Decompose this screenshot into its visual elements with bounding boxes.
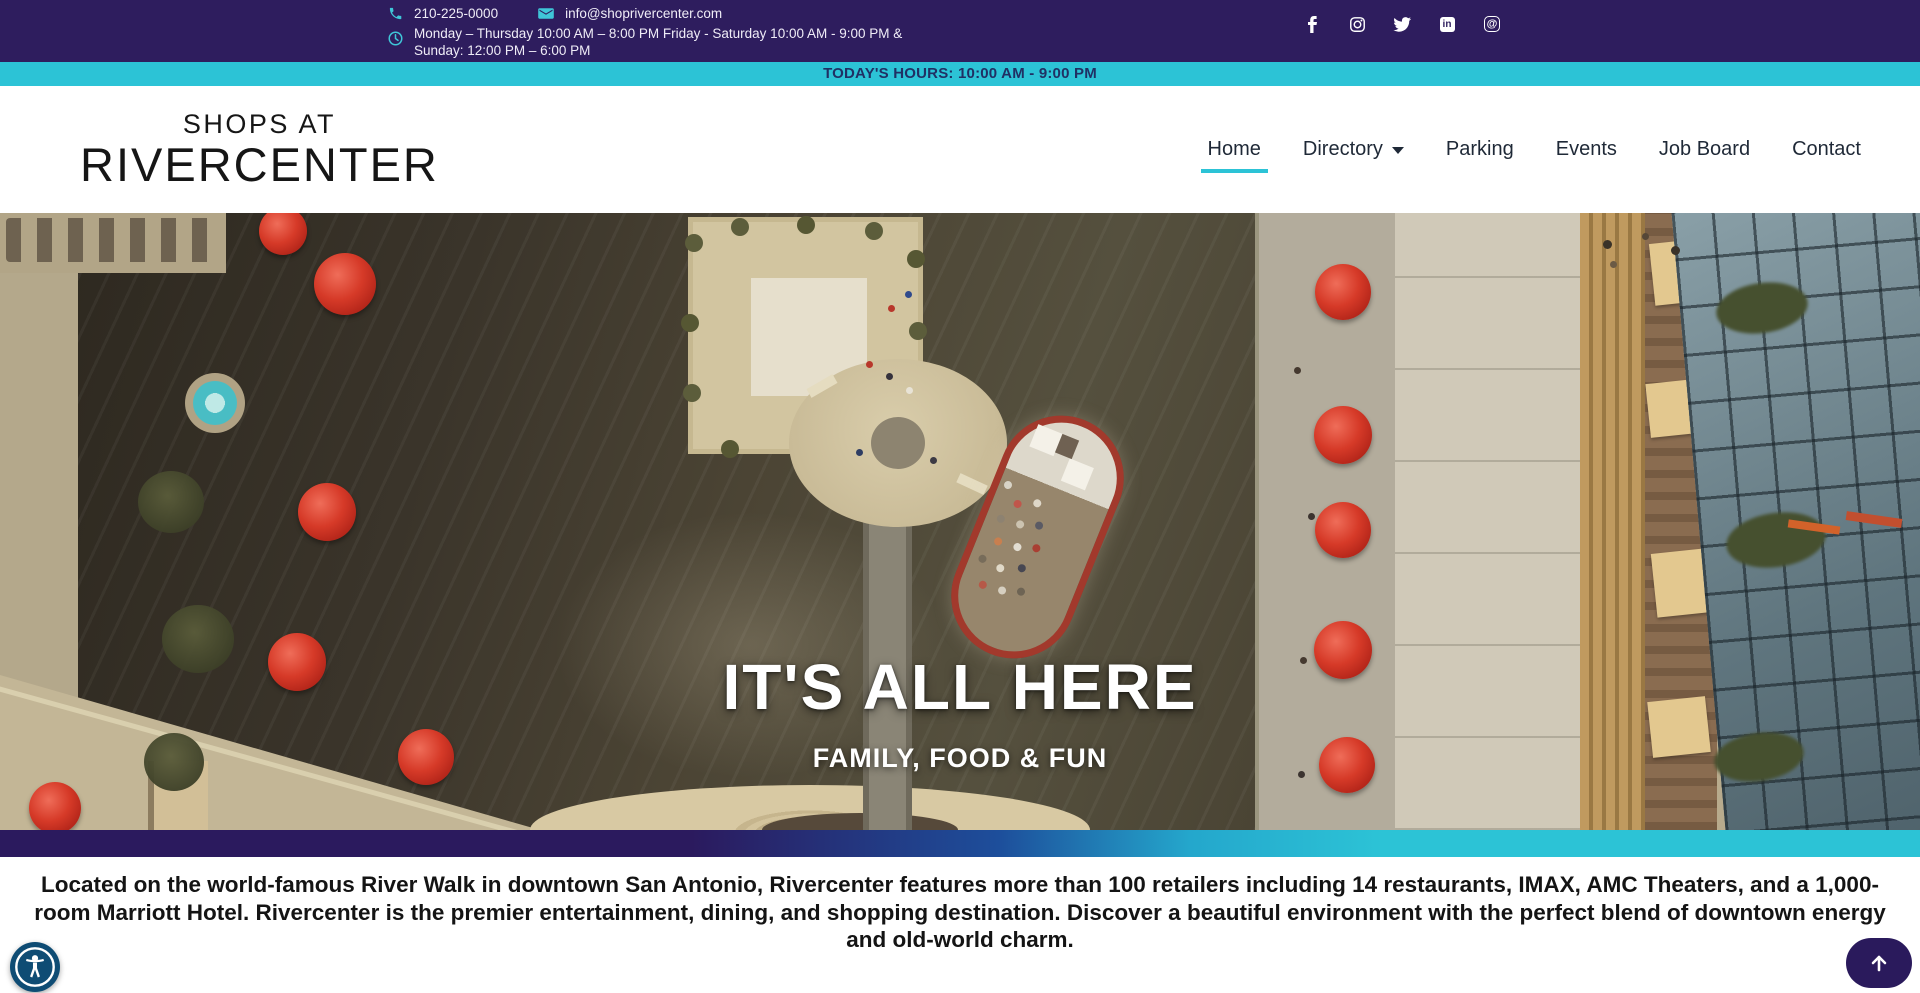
twitter-icon[interactable]	[1393, 15, 1411, 33]
email-icon	[538, 7, 554, 20]
phone-icon	[388, 6, 403, 21]
intro-paragraph: Located on the world-famous River Walk i…	[20, 871, 1900, 954]
facebook-glyph	[1307, 16, 1317, 33]
weekly-hours-text: Monday – Thursday 10:00 AM – 8:00 PM Fri…	[414, 26, 948, 59]
email-link[interactable]: info@shoprivercenter.com	[538, 6, 722, 21]
hero-title: IT'S ALL HERE	[0, 650, 1920, 724]
platform-center	[871, 417, 925, 469]
right-pavement-tables	[1298, 301, 1305, 308]
scroll-to-top-button[interactable]	[1846, 938, 1912, 988]
barge-canopy	[1061, 458, 1094, 490]
contact-row: 210-225-0000 info@shoprivercenter.com	[388, 3, 948, 23]
clock-icon	[388, 31, 403, 46]
fountain	[193, 381, 237, 425]
stone-walkway	[1395, 213, 1580, 830]
linkedin-glyph: in	[1440, 17, 1455, 32]
nav-contact[interactable]: Contact	[1775, 130, 1878, 169]
topbar: 210-225-0000 info@shoprivercenter.com Mo…	[0, 0, 1920, 62]
social-links: in @	[1303, 15, 1501, 33]
nav-directory[interactable]: Directory	[1286, 130, 1421, 169]
hero-video: IT'S ALL HERE FAMILY, FOOD & FUN	[0, 213, 1920, 830]
gradient-divider	[0, 830, 1920, 857]
tree	[138, 471, 204, 533]
top-right-tables	[1570, 231, 1577, 238]
plaza-planters	[685, 234, 703, 252]
nav-home[interactable]: Home	[1191, 130, 1278, 169]
red-umbrella	[1314, 406, 1372, 464]
facebook-icon[interactable]	[1303, 15, 1321, 33]
site-logo[interactable]: SHOPS AT RIVERCENTER	[80, 111, 439, 188]
twitter-glyph	[1393, 17, 1411, 32]
red-umbrella	[298, 483, 356, 541]
phone-link[interactable]: 210-225-0000	[388, 6, 498, 21]
red-umbrella	[314, 253, 376, 315]
email-address: info@shoprivercenter.com	[565, 6, 722, 21]
nav-parking[interactable]: Parking	[1429, 130, 1531, 169]
instagram-glyph	[1349, 16, 1366, 33]
terrace-loungers	[6, 218, 212, 262]
todays-hours-text: TODAY'S HOURS: 10:00 AM - 9:00 PM	[823, 65, 1097, 82]
nav-events[interactable]: Events	[1539, 130, 1634, 169]
red-umbrella	[1315, 502, 1371, 558]
round-platform	[789, 359, 1007, 527]
linkedin-icon[interactable]: in	[1438, 15, 1456, 33]
threads-glyph: @	[1484, 16, 1500, 32]
intro-section: Located on the world-famous River Walk i…	[0, 857, 1920, 954]
topbar-contact-block: 210-225-0000 info@shoprivercenter.com Mo…	[388, 3, 948, 59]
platform-bench	[956, 473, 987, 495]
hours-row: Monday – Thursday 10:00 AM – 8:00 PM Fri…	[388, 26, 948, 59]
nav-job-board[interactable]: Job Board	[1642, 130, 1767, 169]
chevron-down-icon	[1392, 147, 1404, 154]
accessibility-widget-button[interactable]	[10, 942, 60, 992]
todays-hours-banner: TODAY'S HOURS: 10:00 AM - 9:00 PM	[0, 62, 1920, 86]
pedestrians	[858, 353, 865, 360]
red-umbrella	[1315, 264, 1371, 320]
hero-subtitle: FAMILY, FOOD & FUN	[0, 743, 1920, 774]
logo-line-2: RIVERCENTER	[80, 141, 439, 188]
wooden-steps	[1580, 213, 1652, 830]
accessibility-person-icon	[13, 945, 57, 989]
instagram-icon[interactable]	[1348, 15, 1366, 33]
logo-line-1: SHOPS AT	[80, 111, 439, 138]
threads-icon[interactable]: @	[1483, 15, 1501, 33]
red-umbrella	[29, 782, 81, 830]
arrow-up-icon	[1867, 951, 1891, 975]
page: 210-225-0000 info@shoprivercenter.com Mo…	[0, 0, 1920, 993]
main-nav: Home Directory Parking Events Job Board …	[1191, 130, 1878, 169]
phone-number: 210-225-0000	[414, 6, 498, 21]
site-header: SHOPS AT RIVERCENTER Home Directory Park…	[0, 86, 1920, 213]
nav-directory-label: Directory	[1303, 138, 1383, 161]
